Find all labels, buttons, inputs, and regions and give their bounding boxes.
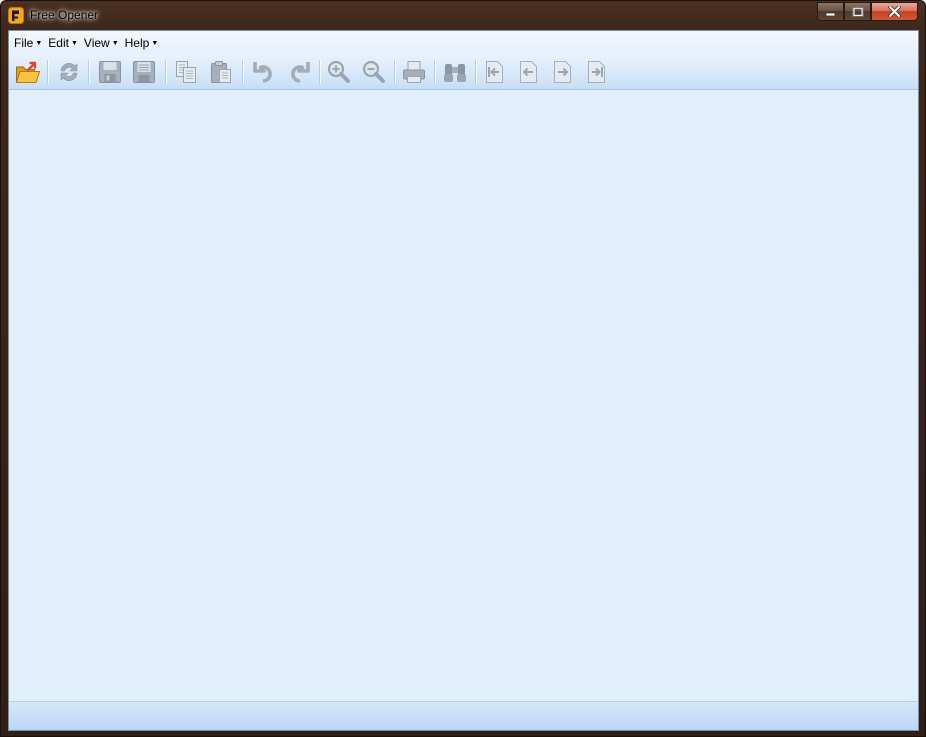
- paste-icon: [211, 61, 231, 83]
- find-binoculars-icon: [444, 64, 466, 82]
- previous-page-icon: [520, 61, 537, 83]
- toolbar-separator: [394, 60, 395, 84]
- undo-icon: [253, 62, 272, 83]
- refresh-button[interactable]: [55, 58, 83, 86]
- dropdown-arrow-icon: ▼: [35, 39, 43, 47]
- save-icon: [99, 61, 121, 83]
- toolbar: [9, 54, 918, 90]
- find-button[interactable]: [441, 58, 469, 86]
- first-page-icon: [486, 61, 503, 83]
- toolbar-separator: [165, 60, 166, 84]
- toolbar-separator: [47, 60, 48, 84]
- next-page-button[interactable]: [549, 58, 577, 86]
- dropdown-arrow-icon: ▼: [70, 39, 78, 47]
- toolbar-separator: [88, 60, 89, 84]
- open-button[interactable]: [14, 58, 42, 86]
- app-logo-icon: [8, 7, 24, 24]
- save-as-button[interactable]: [130, 58, 158, 86]
- redo-button[interactable]: [285, 58, 313, 86]
- title-bar[interactable]: Free Opener: [1, 1, 925, 30]
- menu-edit[interactable]: Edit ▼: [48, 36, 78, 50]
- maximize-icon: [852, 6, 863, 17]
- print-icon: [403, 61, 425, 83]
- minimize-icon: [825, 12, 835, 16]
- app-window: Free Opener File ▼ Edit ▼ View ▼ Help ▼: [0, 0, 926, 737]
- open-folder-icon: [15, 61, 41, 83]
- close-button[interactable]: [871, 2, 918, 21]
- maximize-button[interactable]: [844, 2, 871, 21]
- copy-button[interactable]: [172, 58, 200, 86]
- zoom-out-icon: [362, 60, 385, 83]
- previous-page-button[interactable]: [515, 58, 543, 86]
- save-button[interactable]: [96, 58, 124, 86]
- first-page-button[interactable]: [481, 58, 509, 86]
- dropdown-arrow-icon: ▼: [151, 39, 159, 47]
- client-area: File ▼ Edit ▼ View ▼ Help ▼: [8, 30, 919, 731]
- menu-bar: File ▼ Edit ▼ View ▼ Help ▼: [9, 31, 918, 54]
- paste-button[interactable]: [207, 58, 235, 86]
- status-bar: [9, 701, 918, 730]
- dropdown-arrow-icon: ▼: [111, 39, 119, 47]
- window-controls: [817, 2, 918, 21]
- next-page-icon: [554, 61, 571, 83]
- copy-icon: [176, 61, 196, 83]
- refresh-icon: [60, 62, 78, 82]
- close-icon: [888, 6, 901, 17]
- toolbar-separator: [319, 60, 320, 84]
- save-as-icon: [133, 61, 155, 83]
- print-button[interactable]: [400, 58, 428, 86]
- zoom-in-button[interactable]: [325, 58, 353, 86]
- menu-file[interactable]: File ▼: [14, 36, 42, 50]
- toolbar-separator: [434, 60, 435, 84]
- zoom-in-icon: [327, 60, 350, 83]
- zoom-out-button[interactable]: [360, 58, 388, 86]
- last-page-button[interactable]: [583, 58, 611, 86]
- toolbar-separator: [475, 60, 476, 84]
- menu-help[interactable]: Help ▼: [125, 36, 159, 50]
- toolbar-separator: [242, 60, 243, 84]
- redo-icon: [291, 62, 310, 83]
- menu-view[interactable]: View ▼: [84, 36, 119, 50]
- window-title: Free Opener: [30, 8, 99, 22]
- document-view[interactable]: [9, 90, 918, 702]
- minimize-button[interactable]: [817, 2, 844, 21]
- last-page-icon: [588, 61, 605, 83]
- undo-button[interactable]: [250, 58, 278, 86]
